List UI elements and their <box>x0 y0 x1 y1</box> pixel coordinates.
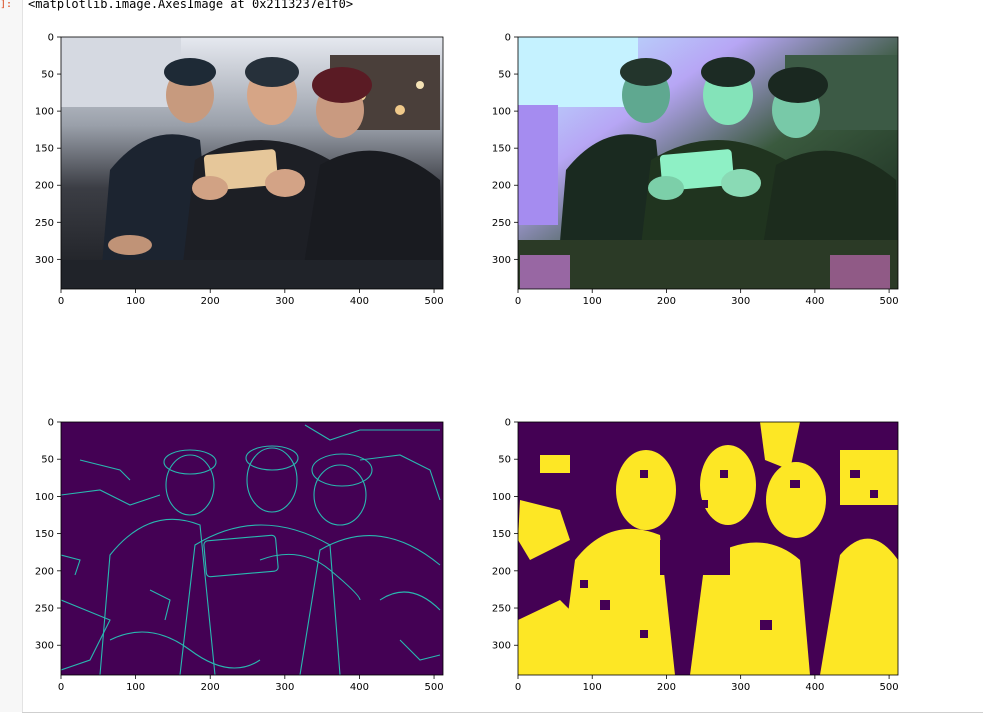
y-tick-label: 250 <box>492 604 511 615</box>
x-tick-label: 300 <box>731 682 750 693</box>
edges-image <box>61 422 443 675</box>
x-tick-label: 100 <box>583 682 602 693</box>
y-tick-label: 250 <box>492 218 511 229</box>
x-tick-label: 400 <box>350 682 369 693</box>
x-tick-label: 400 <box>805 682 824 693</box>
x-tick-label: 200 <box>657 682 676 693</box>
subplot-edge-detection <box>60 421 444 676</box>
y-tick-label: 50 <box>498 455 511 466</box>
x-tick-label: 0 <box>515 296 521 307</box>
subplot-original-photo <box>60 36 444 290</box>
y-tick-label: 300 <box>492 641 511 652</box>
x-tick-label: 500 <box>425 296 444 307</box>
mask-image <box>518 422 898 675</box>
x-tick-label: 500 <box>425 682 444 693</box>
y-tick-label: 300 <box>35 255 54 266</box>
x-tick-label: 200 <box>657 296 676 307</box>
x-tick-label: 0 <box>515 682 521 693</box>
y-tick-label: 0 <box>505 418 511 429</box>
y-tick-label: 100 <box>35 492 54 503</box>
x-tick-label: 200 <box>201 682 220 693</box>
photo-image <box>61 37 443 289</box>
y-tick-label: 150 <box>35 144 54 155</box>
x-tick-label: 300 <box>275 682 294 693</box>
transformed-image <box>518 37 898 289</box>
y-tick-label: 250 <box>35 604 54 615</box>
y-tick-label: 50 <box>41 455 54 466</box>
y-tick-label: 0 <box>48 33 54 44</box>
y-tick-label: 50 <box>41 70 54 81</box>
y-tick-label: 200 <box>492 566 511 577</box>
x-tick-label: 100 <box>126 682 145 693</box>
x-tick-label: 400 <box>350 296 369 307</box>
y-tick-label: 100 <box>35 107 54 118</box>
y-tick-label: 50 <box>498 70 511 81</box>
x-tick-label: 500 <box>880 296 899 307</box>
x-tick-label: 100 <box>583 296 602 307</box>
figure-output: 0 100 200 300 400 5000501001502002503000 100 20… <box>35 33 899 694</box>
y-tick-label: 100 <box>492 492 511 503</box>
y-tick-label: 250 <box>35 218 54 229</box>
x-tick-label: 0 <box>58 682 64 693</box>
x-tick-label: 100 <box>126 296 145 307</box>
y-tick-label: 150 <box>35 529 54 540</box>
y-tick-label: 0 <box>505 33 511 44</box>
subplot-binary-mask <box>517 421 899 676</box>
y-tick-label: 100 <box>492 107 511 118</box>
x-tick-label: 500 <box>880 682 899 693</box>
x-tick-label: 200 <box>201 296 220 307</box>
cell-divider <box>22 712 983 713</box>
y-tick-label: 200 <box>35 181 54 192</box>
y-tick-label: 150 <box>492 529 511 540</box>
subplot-color-transformed <box>517 36 899 290</box>
x-tick-label: 300 <box>731 296 750 307</box>
y-tick-label: 300 <box>492 255 511 266</box>
x-tick-label: 300 <box>275 296 294 307</box>
y-tick-label: 0 <box>48 418 54 429</box>
x-tick-label: 400 <box>805 296 824 307</box>
y-tick-label: 150 <box>492 144 511 155</box>
y-tick-label: 200 <box>35 566 54 577</box>
y-tick-label: 300 <box>35 641 54 652</box>
x-tick-label: 0 <box>58 296 64 307</box>
y-tick-label: 200 <box>492 181 511 192</box>
